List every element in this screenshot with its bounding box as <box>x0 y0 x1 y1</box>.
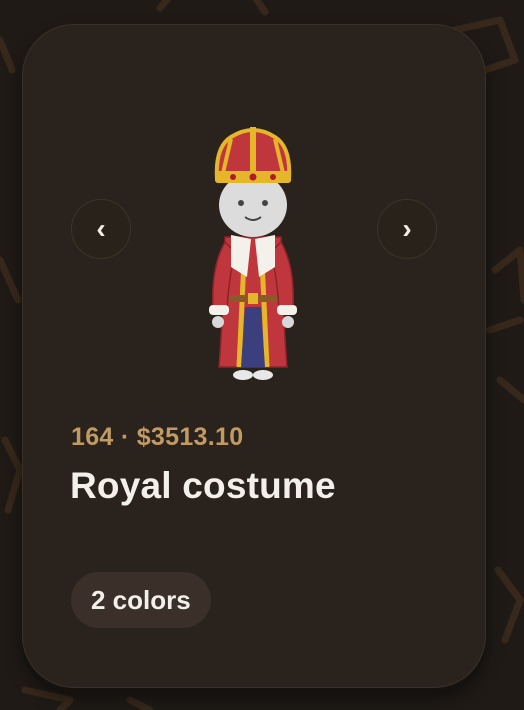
product-card[interactable]: ‹ › 164 · $3513.10 Royal costume 2 color… <box>22 24 486 688</box>
colors-label: 2 colors <box>91 584 191 615</box>
chevron-right-icon: › <box>402 213 412 244</box>
next-image-button[interactable]: › <box>377 199 437 259</box>
chevron-left-icon: ‹ <box>96 213 106 244</box>
previous-image-button[interactable]: ‹ <box>71 199 131 259</box>
price-line: 164 · $3513.10 <box>71 423 244 451</box>
colors-badge[interactable]: 2 colors <box>71 572 211 628</box>
product-name: Royal costume <box>70 465 336 506</box>
royal-costume-figure-icon <box>209 127 297 380</box>
